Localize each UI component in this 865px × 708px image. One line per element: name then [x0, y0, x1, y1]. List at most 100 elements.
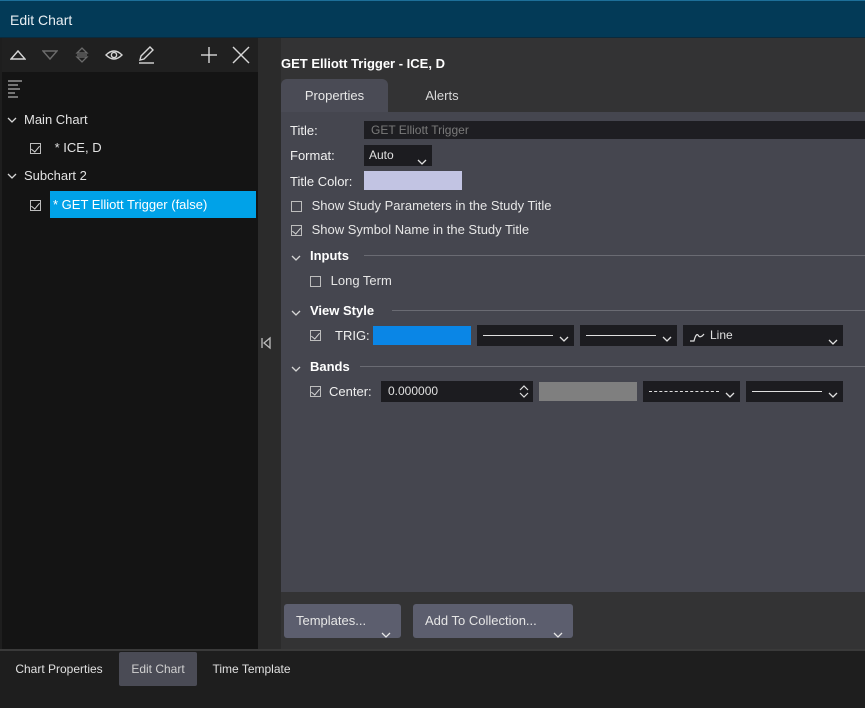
format-value: Auto: [369, 148, 394, 162]
tree-item-label: Subchart 2: [24, 168, 87, 183]
visibility-checkbox-wrap: [30, 192, 50, 218]
bands-section-title: Bands: [310, 359, 350, 374]
inputs-collapse-toggle[interactable]: [291, 250, 301, 265]
triangle-up-icon: [10, 49, 26, 61]
chevron-down-icon: [553, 618, 563, 652]
show-symbol-row[interactable]: Show Symbol Name in the Study Title: [291, 222, 529, 238]
plus-icon: [200, 46, 218, 64]
show-params-label: Show Study Parameters in the Study Title: [311, 198, 552, 213]
bands-collapse-toggle[interactable]: [291, 361, 301, 376]
tree-item-label: * ICE, D: [54, 140, 102, 155]
pencil-icon: [137, 46, 155, 64]
tree-item-main-chart[interactable]: Main Chart: [2, 108, 258, 132]
show-symbol-label: Show Symbol Name in the Study Title: [311, 222, 530, 237]
section-divider: [364, 255, 865, 256]
tree-item-ice-d[interactable]: * ICE, D: [30, 136, 230, 160]
title-color-label: Title Color:: [290, 174, 353, 189]
show-params-row[interactable]: Show Study Parameters in the Study Title: [291, 198, 552, 214]
move-up-down-button[interactable]: [68, 38, 96, 72]
study-properties-panel: GET Elliott Trigger - ICE, D Properties …: [281, 38, 865, 649]
chevron-down-icon[interactable]: [7, 164, 19, 188]
chevron-down-icon: [662, 332, 672, 346]
add-to-collection-button[interactable]: Add To Collection...: [413, 604, 573, 638]
tab-edit-chart[interactable]: Edit Chart: [119, 652, 197, 686]
tree-toolbar: [2, 38, 258, 72]
section-divider: [360, 366, 865, 367]
trig-plot-style-value: Line: [710, 328, 733, 342]
section-divider: [392, 310, 865, 311]
center-line-style-select[interactable]: [643, 381, 740, 402]
long-term-label: Long Term: [330, 273, 392, 288]
tab-chart-properties[interactable]: Chart Properties: [5, 652, 113, 686]
chevron-down-icon: [381, 618, 391, 652]
dashed-line-icon: [649, 391, 719, 392]
move-down-button[interactable]: [36, 38, 64, 72]
chevron-down-icon: [559, 332, 569, 346]
view-style-collapse-toggle[interactable]: [291, 305, 301, 320]
center-line-width-select[interactable]: [746, 381, 843, 402]
remove-button[interactable]: [227, 38, 255, 72]
view-style-section-title: View Style: [310, 303, 375, 318]
study-header: GET Elliott Trigger - ICE, D: [281, 56, 445, 71]
chevron-down-icon: [291, 305, 301, 320]
trig-visible-checkbox[interactable]: [310, 330, 321, 341]
visibility-button[interactable]: [100, 38, 128, 72]
align-left-icon: [6, 80, 24, 101]
long-term-row[interactable]: Long Term: [310, 273, 392, 289]
move-up-button[interactable]: [4, 38, 32, 72]
spinner-arrows-icon[interactable]: [519, 384, 529, 406]
collapse-left-icon[interactable]: [260, 336, 272, 353]
center-color-swatch[interactable]: [539, 382, 637, 401]
center-visible-checkbox[interactable]: [310, 386, 321, 397]
triangle-down-icon: [42, 49, 58, 61]
trig-line-style-select[interactable]: [477, 325, 574, 346]
chevron-down-icon[interactable]: [7, 108, 19, 132]
add-to-collection-button-label: Add To Collection...: [425, 613, 537, 628]
chevron-down-icon: [828, 388, 838, 402]
chevron-down-icon: [417, 152, 427, 173]
edit-button[interactable]: [132, 38, 160, 72]
chevron-down-icon: [291, 250, 301, 265]
tree-item-get-elliott-trigger[interactable]: * GET Elliott Trigger (false): [50, 191, 256, 218]
chevron-down-icon: [828, 332, 838, 353]
visibility-checkbox[interactable]: [30, 200, 41, 212]
trig-color-swatch[interactable]: [373, 326, 471, 345]
window-title-bar: Edit Chart: [0, 0, 865, 38]
tree-item-label: * GET Elliott Trigger (false): [53, 197, 208, 212]
thin-line-icon: [586, 335, 656, 336]
title-label: Title:: [290, 123, 318, 138]
title-color-swatch[interactable]: [364, 171, 462, 190]
line-chart-icon: [689, 329, 705, 350]
panel-splitter[interactable]: [258, 38, 281, 649]
center-value: 0.000000: [388, 384, 439, 398]
long-term-checkbox[interactable]: [310, 276, 321, 288]
tree-item-label: Main Chart: [24, 112, 88, 127]
eye-icon: [105, 49, 123, 61]
bottom-tab-bar: Chart Properties Edit Chart Time Templat…: [0, 649, 865, 708]
tab-properties[interactable]: Properties: [281, 79, 388, 113]
tree-item-subchart-2[interactable]: Subchart 2: [2, 164, 258, 188]
show-params-checkbox[interactable]: [291, 201, 302, 213]
study-tree-panel: Main Chart * ICE, D Subchart 2 * GET Ell…: [2, 38, 258, 649]
chevron-down-icon: [725, 388, 735, 402]
solid-line-icon: [483, 335, 553, 336]
format-label: Format:: [290, 148, 335, 163]
up-down-icon: [75, 47, 89, 63]
add-button[interactable]: [195, 38, 223, 72]
visibility-checkbox[interactable]: [30, 143, 41, 155]
trig-label: TRIG:: [335, 328, 370, 343]
templates-button-label: Templates...: [296, 613, 367, 628]
inputs-section-title: Inputs: [310, 248, 349, 263]
tab-alerts[interactable]: Alerts: [396, 79, 488, 113]
close-icon: [232, 46, 250, 64]
trig-plot-style-select[interactable]: Line: [683, 325, 843, 346]
templates-button[interactable]: Templates...: [284, 604, 401, 638]
format-select[interactable]: Auto: [364, 145, 432, 166]
align-left-button[interactable]: [6, 78, 30, 100]
trig-line-width-select[interactable]: [580, 325, 677, 346]
tab-time-template[interactable]: Time Template: [203, 652, 300, 686]
chevron-down-icon: [291, 361, 301, 376]
show-symbol-checkbox[interactable]: [291, 225, 302, 237]
center-value-spinner[interactable]: 0.000000: [381, 381, 533, 402]
title-input[interactable]: GET Elliott Trigger: [364, 121, 865, 139]
